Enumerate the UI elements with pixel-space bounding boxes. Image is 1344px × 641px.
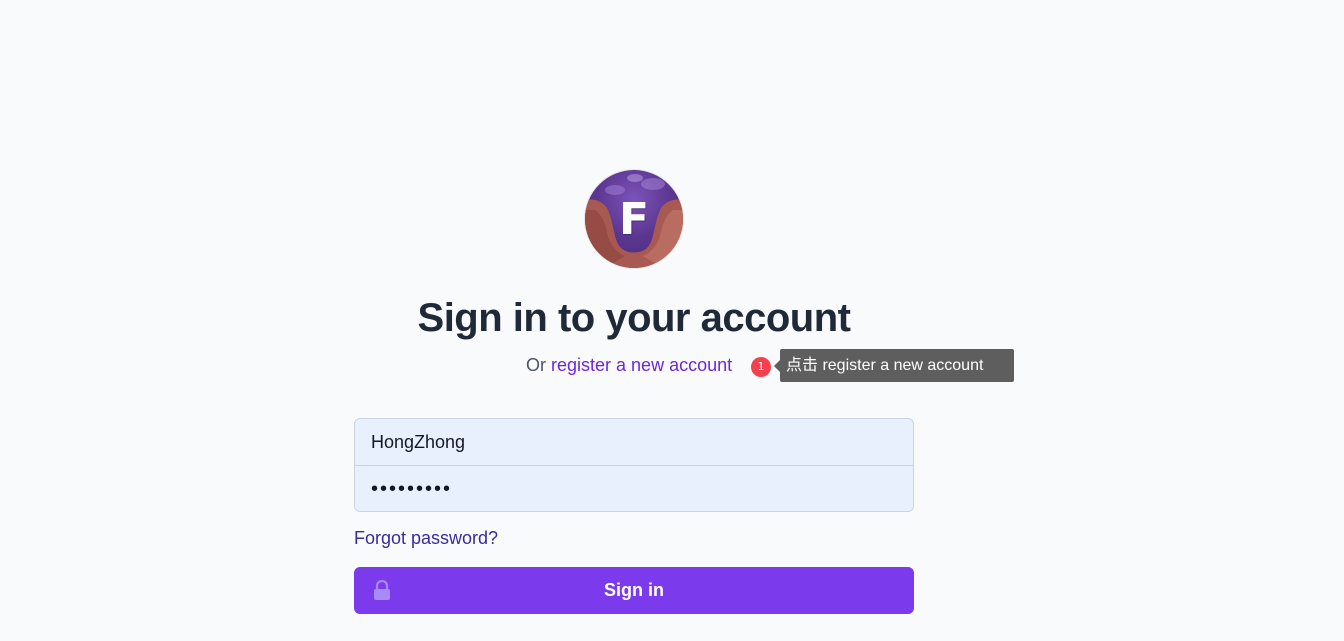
register-prompt-prefix: Or xyxy=(526,355,546,375)
username-input[interactable] xyxy=(355,419,913,465)
sign-in-label: Sign in xyxy=(604,580,664,600)
credentials-box xyxy=(354,418,914,512)
sign-in-button[interactable]: Sign in xyxy=(354,567,914,614)
register-prompt: Or register a new account xyxy=(526,355,732,376)
hint-tooltip: 点击 register a new account xyxy=(774,349,1014,382)
sign-in-page: F Sign in to your account Or register a … xyxy=(0,0,1344,641)
forgot-password-link[interactable]: Forgot password? xyxy=(354,528,498,549)
page-title: Sign in to your account xyxy=(417,296,851,340)
password-input[interactable] xyxy=(355,465,913,511)
register-link[interactable]: register a new account xyxy=(551,355,732,375)
logo-letter: F xyxy=(618,193,650,245)
hint-step-badge: 1 xyxy=(751,357,771,377)
app-logo: F xyxy=(585,170,683,268)
